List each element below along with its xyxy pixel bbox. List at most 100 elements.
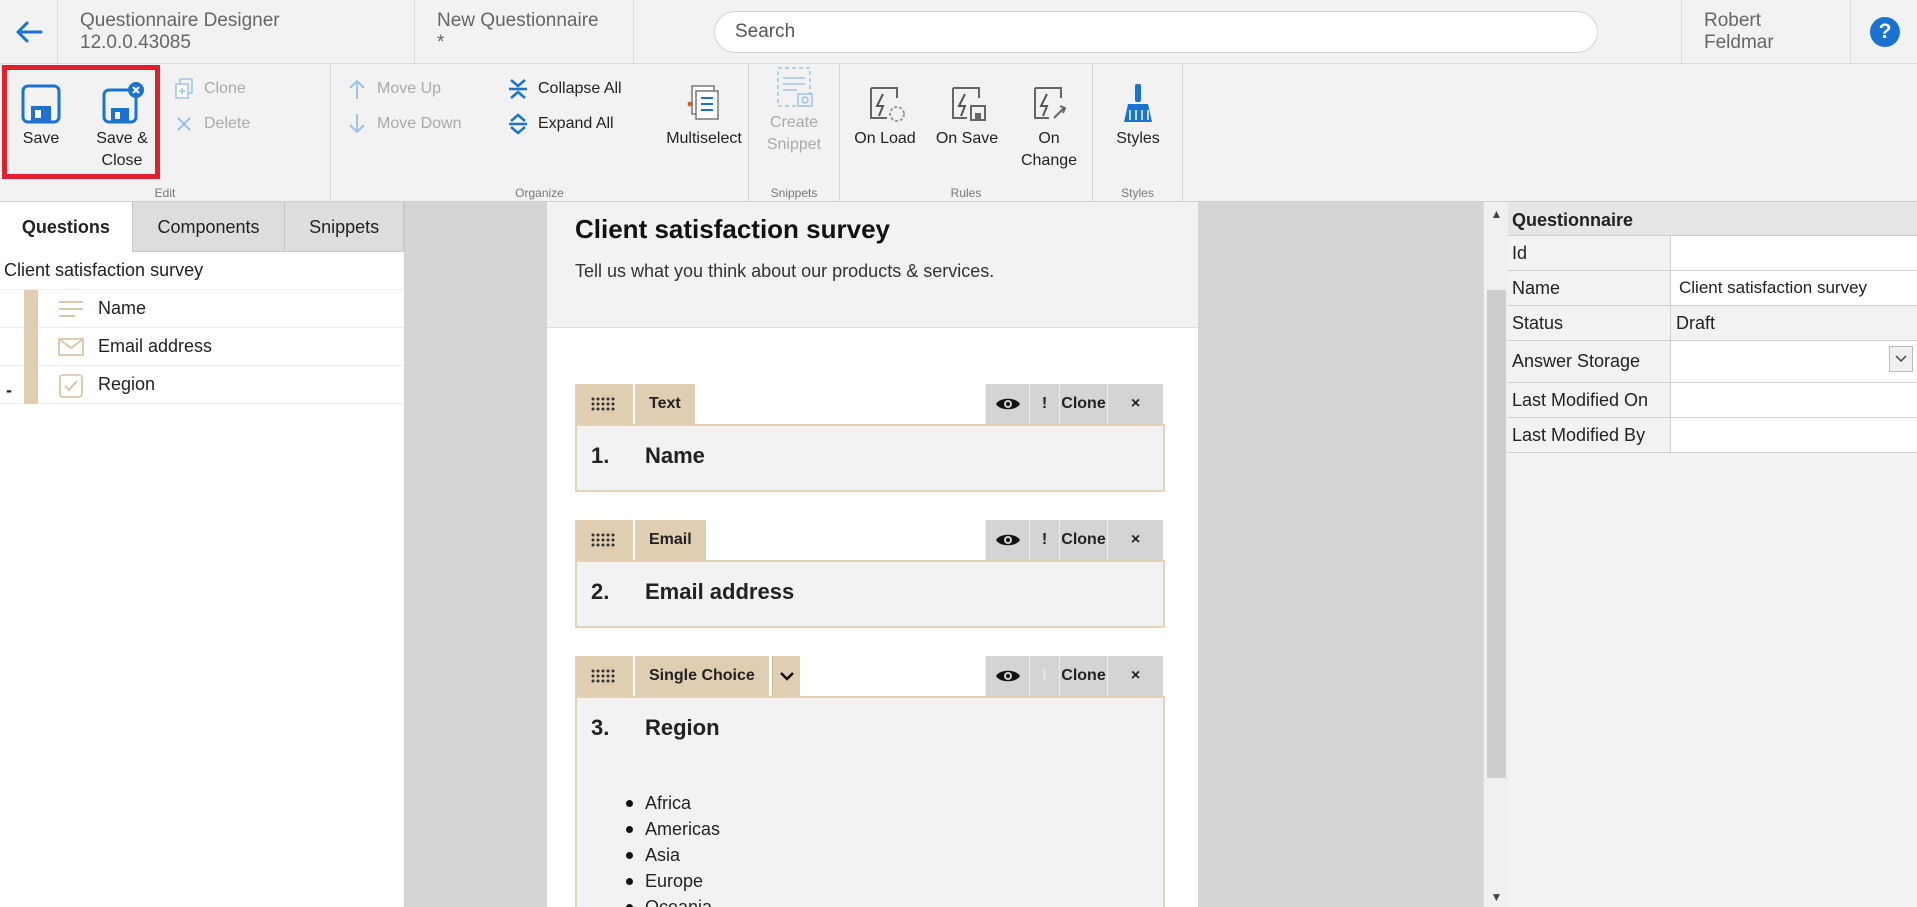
tab-components[interactable]: Components <box>133 202 286 252</box>
envelope-icon <box>58 336 84 358</box>
property-id-field[interactable] <box>1671 236 1917 270</box>
multiselect-button[interactable]: Multiselect <box>664 82 744 150</box>
drag-handle[interactable] <box>24 366 38 404</box>
question-toolbar: Text × Clone ! <box>575 384 1165 424</box>
chevron-down-icon <box>779 672 794 681</box>
scroll-down-icon[interactable]: ▼ <box>1484 887 1509 907</box>
choice-option: Asia <box>625 842 720 868</box>
design-canvas: Client satisfaction survey Tell us what … <box>405 202 1485 907</box>
collapse-marker[interactable]: - <box>6 380 12 401</box>
property-row-id: Id <box>1508 236 1917 271</box>
on-load-button[interactable]: On Load <box>852 82 918 150</box>
property-status-value: Draft <box>1671 306 1917 340</box>
styles-button[interactable]: Styles <box>1103 82 1173 150</box>
scroll-up-icon[interactable]: ▲ <box>1484 204 1509 224</box>
question-card[interactable]: Single Choice × Clone ! 3. Region Africa… <box>575 656 1165 907</box>
delete-button[interactable]: Delete <box>172 111 250 137</box>
choice-option: Americas <box>625 816 720 842</box>
ribbon-group-rules: On Load On Save On Change Rules <box>840 64 1093 202</box>
on-change-button[interactable]: On Change <box>1016 82 1082 172</box>
create-snippet-button[interactable]: Create Snippet <box>759 66 829 156</box>
property-key: Last Modified On <box>1508 383 1671 417</box>
document-tab[interactable]: New Questionnaire * <box>415 0 634 64</box>
required-toggle-button[interactable]: ! <box>1029 656 1059 696</box>
delete-question-button[interactable]: × <box>1107 656 1163 696</box>
question-card[interactable]: Text × Clone ! 1. Name <box>575 384 1165 492</box>
move-down-button[interactable]: Move Down <box>345 111 461 137</box>
drag-grip-icon[interactable] <box>575 656 633 696</box>
collapse-all-label: Collapse All <box>538 80 622 97</box>
multiselect-label: Multiselect <box>666 130 742 147</box>
group-label-snippets: Snippets <box>770 186 818 200</box>
ribbon-group-organize: Move Up Move Down Collapse All Expand Al… <box>331 64 749 202</box>
question-type-badge: Single Choice <box>635 656 769 696</box>
canvas-scrollbar[interactable]: ▲ ▼ <box>1483 202 1508 907</box>
question-toolbar: Email × Clone ! <box>575 520 1165 560</box>
on-save-button[interactable]: On Save <box>932 82 1002 150</box>
property-name-field[interactable]: Client satisfaction survey <box>1671 271 1917 305</box>
required-toggle-button[interactable]: ! <box>1029 384 1059 424</box>
collapse-all-button[interactable]: Collapse All <box>506 76 622 102</box>
top-bar: Questionnaire Designer 12.0.0.43085 New … <box>0 0 1917 64</box>
ribbon-group-snippets: Create Snippet Snippets <box>749 64 840 202</box>
clone-question-button[interactable]: Clone <box>1059 384 1107 424</box>
group-label-edit: Edit <box>154 186 176 200</box>
eye-icon <box>995 398 1020 410</box>
app-title: Questionnaire Designer 12.0.0.43085 <box>58 0 415 64</box>
arrow-down-icon <box>345 112 369 136</box>
tree-item-email[interactable]: Email address <box>0 328 404 366</box>
property-key: Status <box>1508 306 1671 340</box>
clone-question-button[interactable]: Clone <box>1059 656 1107 696</box>
property-key: Name <box>1508 271 1671 305</box>
search-input[interactable] <box>714 11 1598 53</box>
choice-option: Oceania <box>625 894 720 907</box>
highlight-box <box>2 65 160 179</box>
text-lines-icon <box>58 298 84 320</box>
chevron-down-icon[interactable] <box>1889 346 1913 372</box>
question-type-dropdown[interactable] <box>772 656 800 696</box>
drag-grip-icon[interactable] <box>575 384 633 424</box>
drag-grip-icon[interactable] <box>575 520 633 560</box>
visibility-button[interactable] <box>985 520 1029 560</box>
question-title: Region <box>645 715 720 740</box>
property-row-last-modified-on: Last Modified On <box>1508 383 1917 418</box>
tree-item-name[interactable]: Name <box>0 290 404 328</box>
document-title: Client satisfaction survey <box>575 214 890 244</box>
question-body[interactable]: 2. Email address <box>575 560 1165 628</box>
document-header[interactable]: Client satisfaction survey Tell us what … <box>547 202 1198 328</box>
drag-handle[interactable] <box>24 328 38 366</box>
question-toolbar: Single Choice × Clone ! <box>575 656 1165 696</box>
back-button[interactable] <box>0 0 58 64</box>
help-icon[interactable]: ? <box>1870 17 1900 47</box>
clone-question-button[interactable]: Clone <box>1059 520 1107 560</box>
property-answer-storage-select[interactable] <box>1671 341 1917 382</box>
delete-question-button[interactable]: × <box>1107 520 1163 560</box>
ribbon-toolbar: Save Save & Close Clone Delete Edit Move… <box>0 64 1917 202</box>
clone-button[interactable]: Clone <box>172 76 246 102</box>
rule-change-icon <box>1027 82 1071 126</box>
tree-item-region[interactable]: - Region <box>0 366 404 404</box>
group-label-styles: Styles <box>1121 186 1154 200</box>
user-name[interactable]: Robert Feldmar <box>1681 0 1851 64</box>
property-key: Id <box>1508 236 1671 270</box>
property-last-modified-by-field[interactable] <box>1671 418 1917 452</box>
tab-snippets[interactable]: Snippets <box>285 202 404 252</box>
scroll-thumb[interactable] <box>1487 290 1506 778</box>
delete-question-button[interactable]: × <box>1107 384 1163 424</box>
property-row-status: Status Draft <box>1508 306 1917 341</box>
tree-root[interactable]: Client satisfaction survey <box>0 252 404 290</box>
visibility-button[interactable] <box>985 384 1029 424</box>
question-card[interactable]: Email × Clone ! 2. Email address <box>575 520 1165 628</box>
drag-handle[interactable] <box>24 290 38 328</box>
create-snippet-icon <box>772 66 816 110</box>
delete-label: Delete <box>204 115 251 132</box>
properties-title: Questionnaire <box>1508 202 1917 236</box>
question-body[interactable]: 1. Name <box>575 424 1165 492</box>
move-up-button[interactable]: Move Up <box>345 76 441 102</box>
visibility-button[interactable] <box>985 656 1029 696</box>
tab-questions[interactable]: Questions <box>0 202 133 252</box>
property-last-modified-on-field[interactable] <box>1671 383 1917 417</box>
required-toggle-button[interactable]: ! <box>1029 520 1059 560</box>
question-body[interactable]: 3. Region Africa Americas Asia Europe Oc… <box>575 696 1165 907</box>
expand-all-button[interactable]: Expand All <box>506 111 614 137</box>
